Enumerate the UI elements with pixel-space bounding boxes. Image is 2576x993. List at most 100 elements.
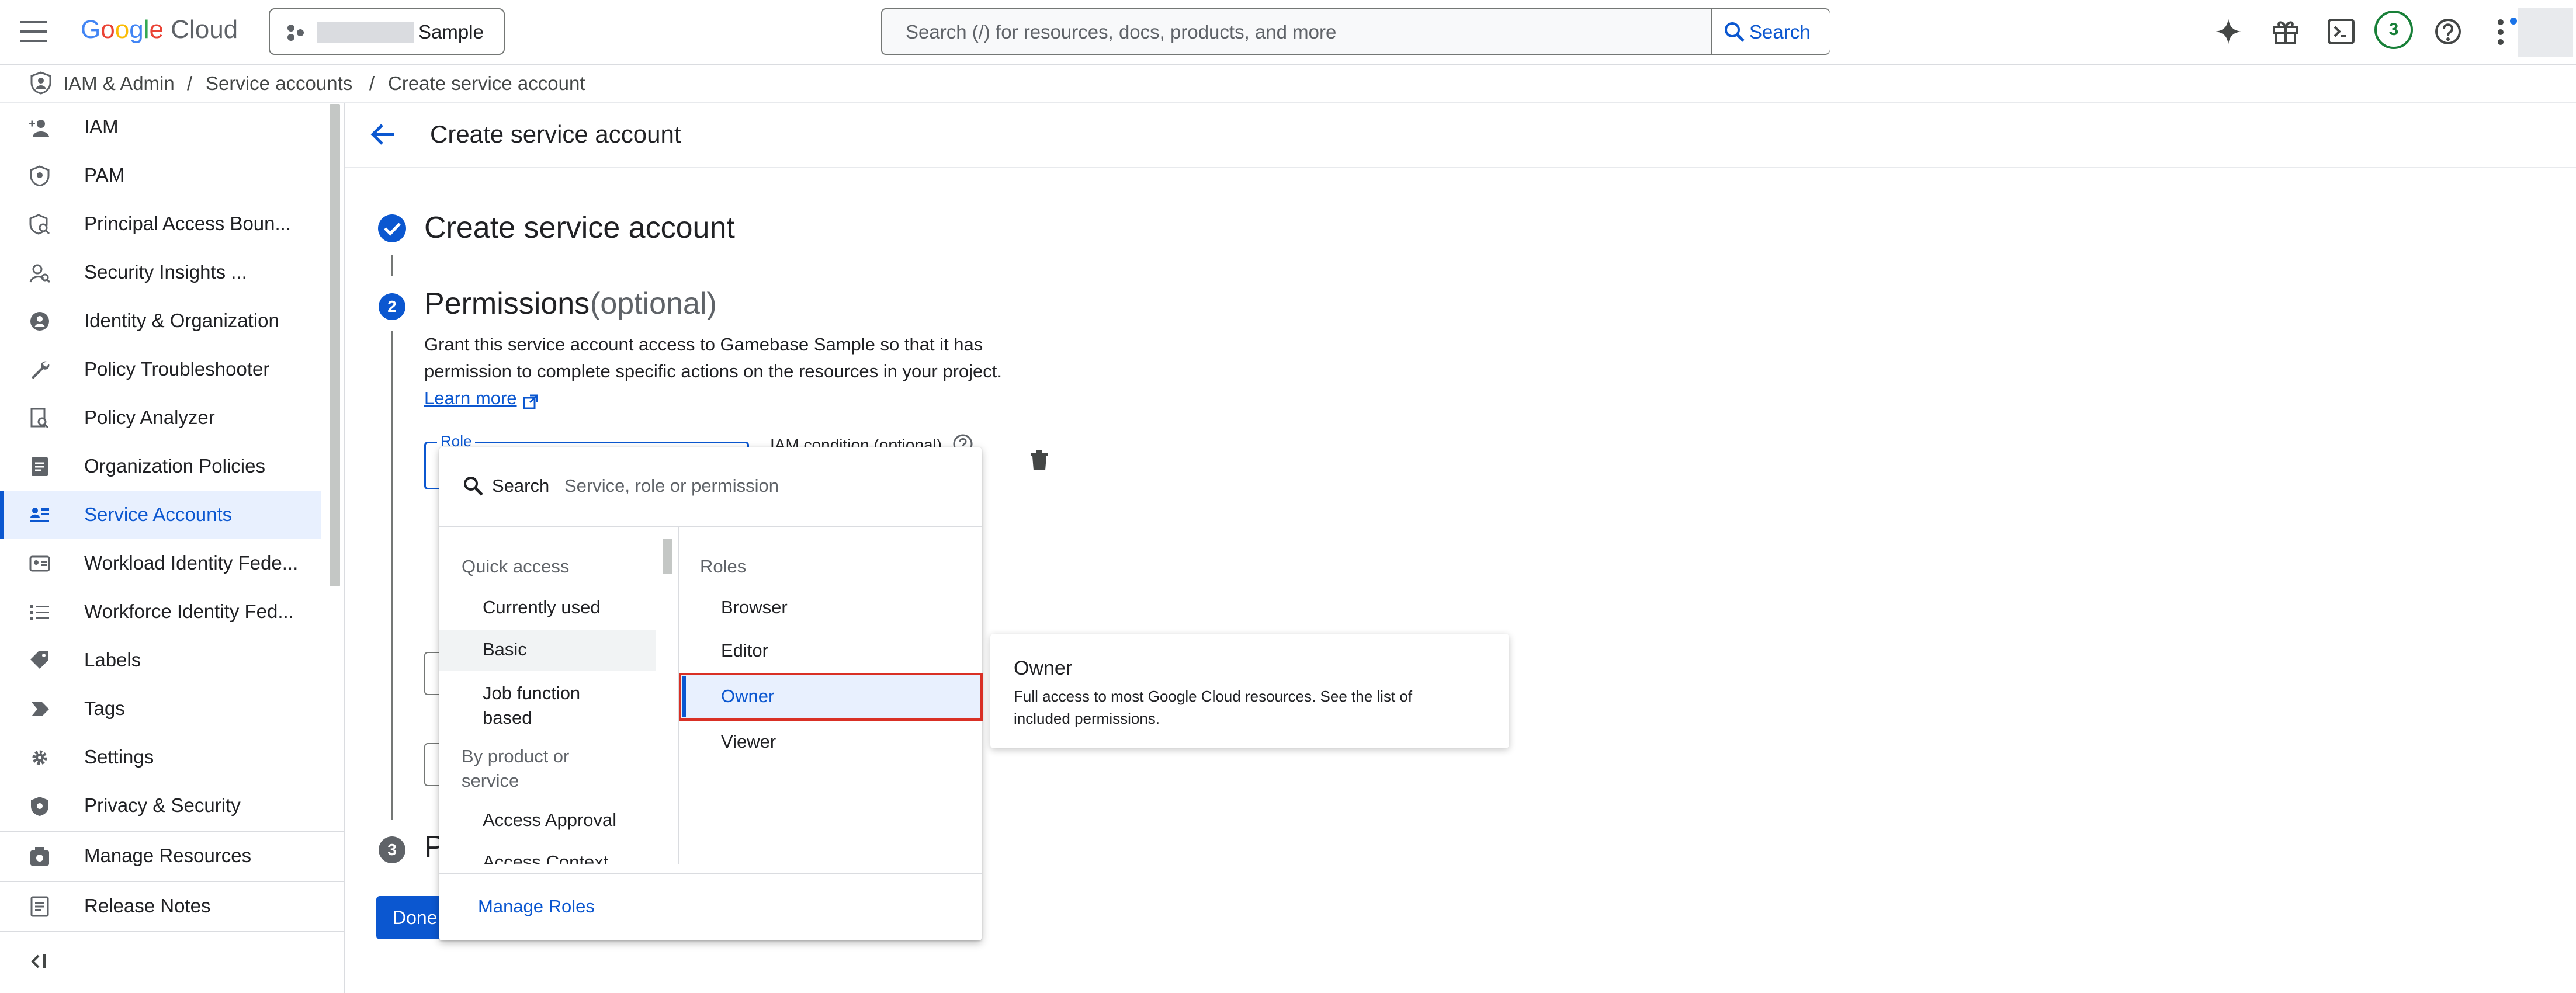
sidebar-item-manage-resources[interactable]: Manage Resources (0, 832, 321, 880)
tooltip-line1: Full access to most Google Cloud resourc… (1014, 688, 1413, 705)
sidebar-item-12[interactable]: Tags (0, 685, 321, 732)
category-label: Access Approval (483, 810, 617, 830)
role-viewer[interactable]: Viewer (679, 722, 980, 763)
delete-trash-icon[interactable] (1029, 450, 1049, 471)
category-access-approval[interactable]: Access Approval (439, 800, 656, 840)
done-button[interactable]: Done (376, 896, 446, 939)
stepper-line (391, 255, 393, 276)
sidebar-item-label: Policy Analyzer (84, 407, 215, 428)
search-icon (1725, 22, 1745, 42)
manage-roles-link[interactable]: Manage Roles (478, 896, 595, 917)
category-job-function[interactable]: Job function based (439, 672, 656, 736)
category-label: Basic (483, 639, 527, 659)
breadcrumb-separator: / (187, 72, 193, 94)
sidebar-item-4[interactable]: Identity & Organization (0, 297, 321, 345)
sidebar-item-label: Tags (84, 697, 125, 719)
notification-count: 3 (2388, 20, 2399, 39)
collapse-sidebar-icon (31, 954, 46, 968)
sidebar-item-label: Security Insights ... (84, 261, 247, 283)
label-icon (30, 651, 48, 669)
person-search-icon (29, 264, 50, 283)
sidebar-item-10[interactable]: Workforce Identity Fed... (0, 588, 321, 636)
dropdown-search-label: Search (492, 475, 550, 496)
sidebar-item-3[interactable]: Security Insights ... (0, 248, 321, 296)
more-vert-icon[interactable] (2495, 19, 2506, 46)
category-access-context[interactable]: Access Context (439, 842, 656, 864)
dropdown-search[interactable]: Search Service, role or permission (439, 447, 982, 527)
dropdown-search-input[interactable]: Service, role or permission (564, 475, 779, 496)
sidebar-item-6[interactable]: Policy Analyzer (0, 394, 321, 442)
step-3-number: 3 (379, 836, 405, 863)
sidebar-item-7[interactable]: Organization Policies (0, 442, 321, 490)
category-label: Access Context (483, 852, 609, 864)
role-editor[interactable]: Editor (679, 631, 980, 672)
sidebar-item-13[interactable]: Settings (0, 733, 321, 781)
highlight-box (679, 673, 983, 721)
sidebar-item-label: Settings (84, 746, 154, 768)
dropdown-footer-divider (439, 873, 982, 874)
sidebar-item-14[interactable]: Privacy & Security (0, 782, 321, 829)
tooltip-line2: included permissions. (1014, 710, 1160, 727)
gift-icon[interactable] (2272, 18, 2300, 46)
gear-icon (32, 750, 47, 765)
category-scrollbar[interactable] (663, 539, 672, 574)
sidebar-scrollbar[interactable] (330, 104, 340, 586)
manage-resources-icon (30, 847, 49, 866)
roles-list: Roles Browser Editor Owner Viewer (679, 527, 983, 864)
sidebar-item-label: Policy Troubleshooter (84, 358, 270, 380)
sidebar-divider (0, 931, 344, 932)
sidebar-item-2[interactable]: Principal Access Boun... (0, 200, 321, 248)
category-basic[interactable]: Basic (439, 630, 656, 671)
sidebar-item-5[interactable]: Policy Troubleshooter (0, 345, 321, 393)
search-bar[interactable]: Search (/) for resources, docs, products… (881, 8, 1830, 55)
help-icon[interactable] (2434, 18, 2462, 46)
back-arrow-icon[interactable] (369, 123, 395, 146)
sidebar-item-label: Workforce Identity Fed... (84, 600, 294, 622)
breadcrumb-create-service-account: Create service account (388, 72, 585, 94)
search-input[interactable]: Search (/) for resources, docs, products… (906, 21, 1336, 43)
learn-more-link[interactable]: Learn more (424, 388, 538, 409)
search-icon (464, 477, 483, 496)
category-currently-used[interactable]: Currently used (439, 588, 656, 627)
project-picker-button[interactable]: Sample (269, 8, 505, 55)
iam-shield-icon (30, 71, 51, 95)
id-card-icon (29, 555, 50, 572)
role-dropdown-panel: Search Service, role or permission Quick… (439, 447, 983, 940)
google-cloud-logo[interactable]: Google Cloud (81, 15, 238, 49)
cloud-shell-icon[interactable] (2328, 19, 2355, 44)
collapse-sidebar-button[interactable] (29, 950, 53, 973)
role-label: Browser (721, 597, 788, 617)
sidebar-item-label: Privacy & Security (84, 794, 241, 816)
sidebar-item-label: Workload Identity Fede... (84, 552, 299, 574)
role-browser[interactable]: Browser (679, 588, 980, 629)
learn-more-label: Learn more (424, 388, 517, 408)
breadcrumb-iam-admin[interactable]: IAM & Admin (63, 72, 175, 95)
breadcrumb-service-accounts[interactable]: Service accounts (206, 72, 352, 95)
step-1-complete-icon (377, 214, 407, 243)
sidebar-item-label: Labels (84, 649, 141, 671)
sidebar-item-8[interactable]: Service Accounts (0, 491, 321, 539)
wrench-icon (32, 361, 50, 379)
done-button-label: Done (393, 907, 438, 928)
sidebar-item-11[interactable]: Labels (0, 636, 321, 684)
list-document-icon (32, 457, 48, 476)
sidebar: IAM PAM Principal Access Boun... Security I… (0, 103, 345, 993)
shield-icon (30, 165, 50, 186)
quick-access-header: Quick access (462, 556, 570, 577)
check-circle-icon (378, 214, 406, 242)
sidebar-item-9[interactable]: Workload Identity Fede... (0, 539, 321, 587)
avatar[interactable] (2518, 8, 2573, 57)
notifications-badge[interactable]: 3 (2374, 11, 2413, 49)
step-2-description-line2: permission to complete specific actions … (424, 361, 1003, 381)
roles-header: Roles (700, 556, 747, 577)
sidebar-item-0[interactable]: IAM (0, 103, 321, 151)
sidebar-item-release-notes[interactable]: Release Notes (0, 882, 321, 930)
search-button[interactable]: Search (1711, 9, 1830, 54)
shield-search-icon (29, 214, 50, 235)
main-menu-button[interactable] (20, 20, 50, 43)
sidebar-item-1[interactable]: PAM (0, 151, 321, 199)
sidebar-item-label: IAM (84, 116, 119, 137)
project-name: Sample (418, 21, 484, 43)
gemini-sparkle-icon[interactable] (2214, 18, 2242, 46)
tag-arrow-icon (32, 702, 49, 716)
